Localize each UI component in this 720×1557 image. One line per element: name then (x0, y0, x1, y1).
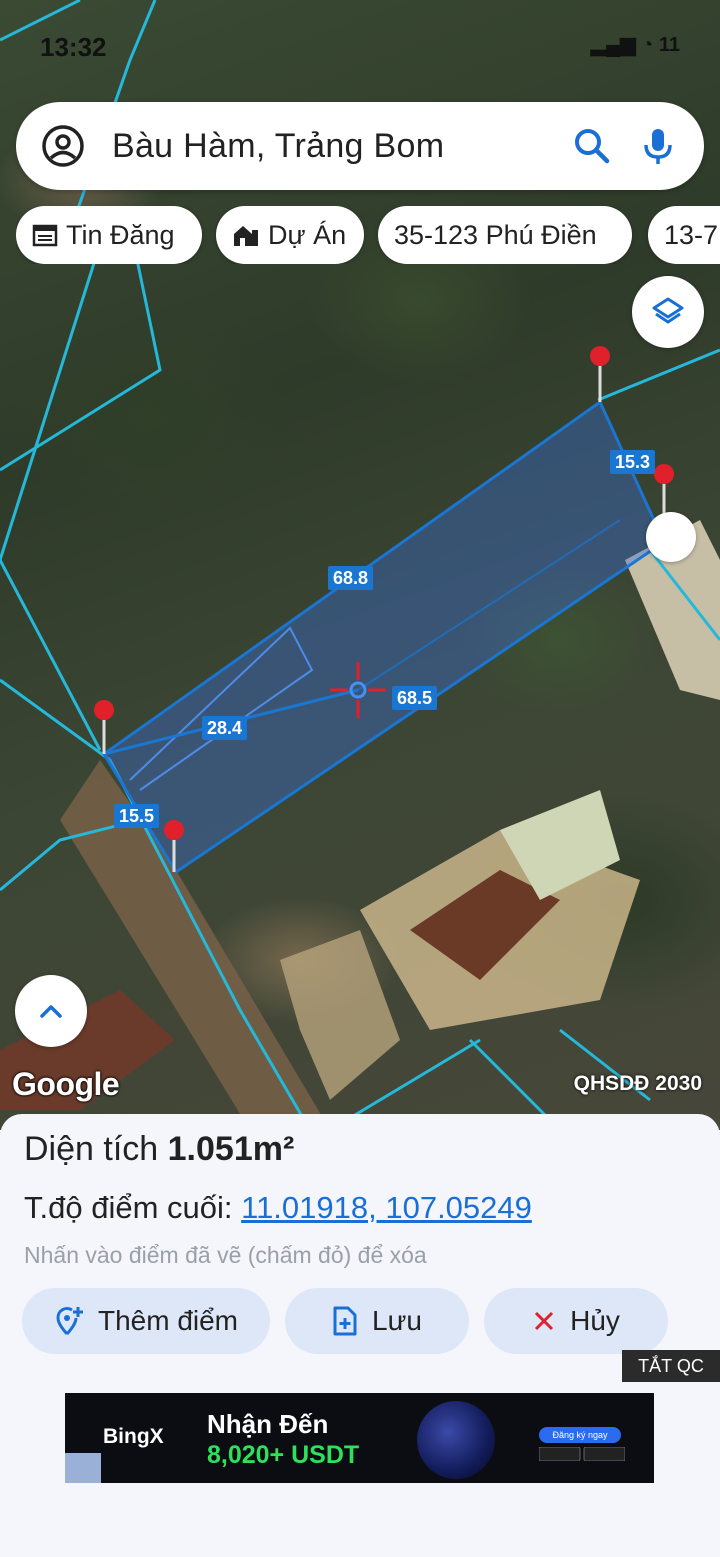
pin-top-right[interactable] (590, 346, 610, 402)
status-time: 13:32 (40, 32, 107, 62)
wifi-icon: ◔ (641, 34, 654, 56)
chip-tin-dang[interactable]: Tin Đăng (16, 206, 202, 264)
cancel-label: Hủy (570, 1305, 620, 1336)
signal-icon: ▂▄▆ (590, 34, 636, 56)
add-file-icon (333, 1306, 357, 1336)
add-point-label: Thêm điểm (97, 1305, 239, 1336)
hide-ads-button[interactable]: TẮT QC (622, 1350, 720, 1382)
chip-label: Dự Án (268, 219, 347, 250)
app-store-badges-icon (539, 1447, 625, 1461)
expand-up-button[interactable] (15, 975, 87, 1047)
ad-cta-button[interactable]: Đăng ký ngay (539, 1427, 621, 1443)
chip-parcel[interactable]: 35-123 Phú Điền (378, 206, 632, 264)
add-location-icon (56, 1306, 83, 1335)
dimension-label: 15.3 (610, 450, 656, 474)
close-icon (535, 1311, 554, 1331)
filter-chips: Tin Đăng Dự Án 35-123 Phú Điền 13-7 (16, 206, 720, 264)
coord-row: T.độ điểm cuối: 11.01918, 107.05249 (24, 1190, 532, 1226)
chip-label: 35-123 Phú Điền (394, 219, 597, 250)
layers-button[interactable] (632, 276, 704, 348)
map-handle[interactable] (646, 512, 696, 562)
add-point-button[interactable]: Thêm điểm (22, 1288, 270, 1354)
search-bar[interactable]: Bàu Hàm, Trảng Bom (16, 102, 704, 190)
measure-panel: Diện tích 1.051m² T.độ điểm cuối: 11.019… (0, 1114, 720, 1557)
save-button[interactable]: Lưu (285, 1288, 469, 1354)
chip-label: 13-7 (664, 219, 719, 250)
calendar-icon (32, 224, 58, 247)
coord-link[interactable]: 11.01918, 107.05249 (241, 1190, 532, 1225)
account-icon[interactable] (40, 123, 86, 169)
dimension-label: 28.4 (202, 716, 248, 740)
search-input[interactable]: Bàu Hàm, Trảng Bom (112, 127, 572, 166)
chip-parcel-2[interactable]: 13-7 (648, 206, 720, 264)
ad-headline: Nhận Đến (207, 1409, 329, 1439)
pin-right[interactable] (654, 464, 674, 514)
ad-brand: BingX (103, 1425, 164, 1448)
layers-icon (652, 297, 684, 324)
status-bar: 13:32 ▂▄▆ ◔ 11 (40, 28, 680, 64)
ad-banner[interactable]: BingX Nhận Đến 8,020+ USDT Đăng ký ngay (65, 1393, 654, 1483)
dimension-label: 68.5 (392, 686, 438, 710)
microphone-icon[interactable] (638, 126, 678, 166)
ad-play-icon (65, 1453, 101, 1483)
area-row: Diện tích 1.051m² (24, 1130, 294, 1169)
chevron-up-icon (40, 1005, 62, 1018)
ad-coin-image (417, 1401, 495, 1479)
chip-du-an[interactable]: Dự Án (216, 206, 364, 264)
hint-text: Nhấn vào điểm đã vẽ (chấm đỏ) để xóa (24, 1242, 427, 1268)
ad-amount: 8,020+ USDT (207, 1441, 360, 1469)
building-icon (234, 226, 258, 246)
google-attribution: Google (12, 1066, 120, 1102)
dimension-label: 68.8 (328, 566, 374, 590)
area-label: Diện tích (24, 1130, 159, 1168)
dimension-label: 15.5 (114, 804, 160, 828)
cancel-button[interactable]: Hủy (484, 1288, 668, 1354)
status-icons: ▂▄▆ ◔ 11 (591, 32, 680, 57)
coord-label: T.độ điểm cuối: (24, 1190, 233, 1225)
search-icon[interactable] (572, 126, 612, 166)
battery-icon: 11 (658, 34, 680, 56)
save-label: Lưu (372, 1305, 422, 1336)
area-value: 1.051m² (167, 1130, 295, 1168)
chip-label: Tin Đăng (66, 219, 175, 250)
map-layer-label: QHSDĐ 2030 (573, 1072, 702, 1095)
